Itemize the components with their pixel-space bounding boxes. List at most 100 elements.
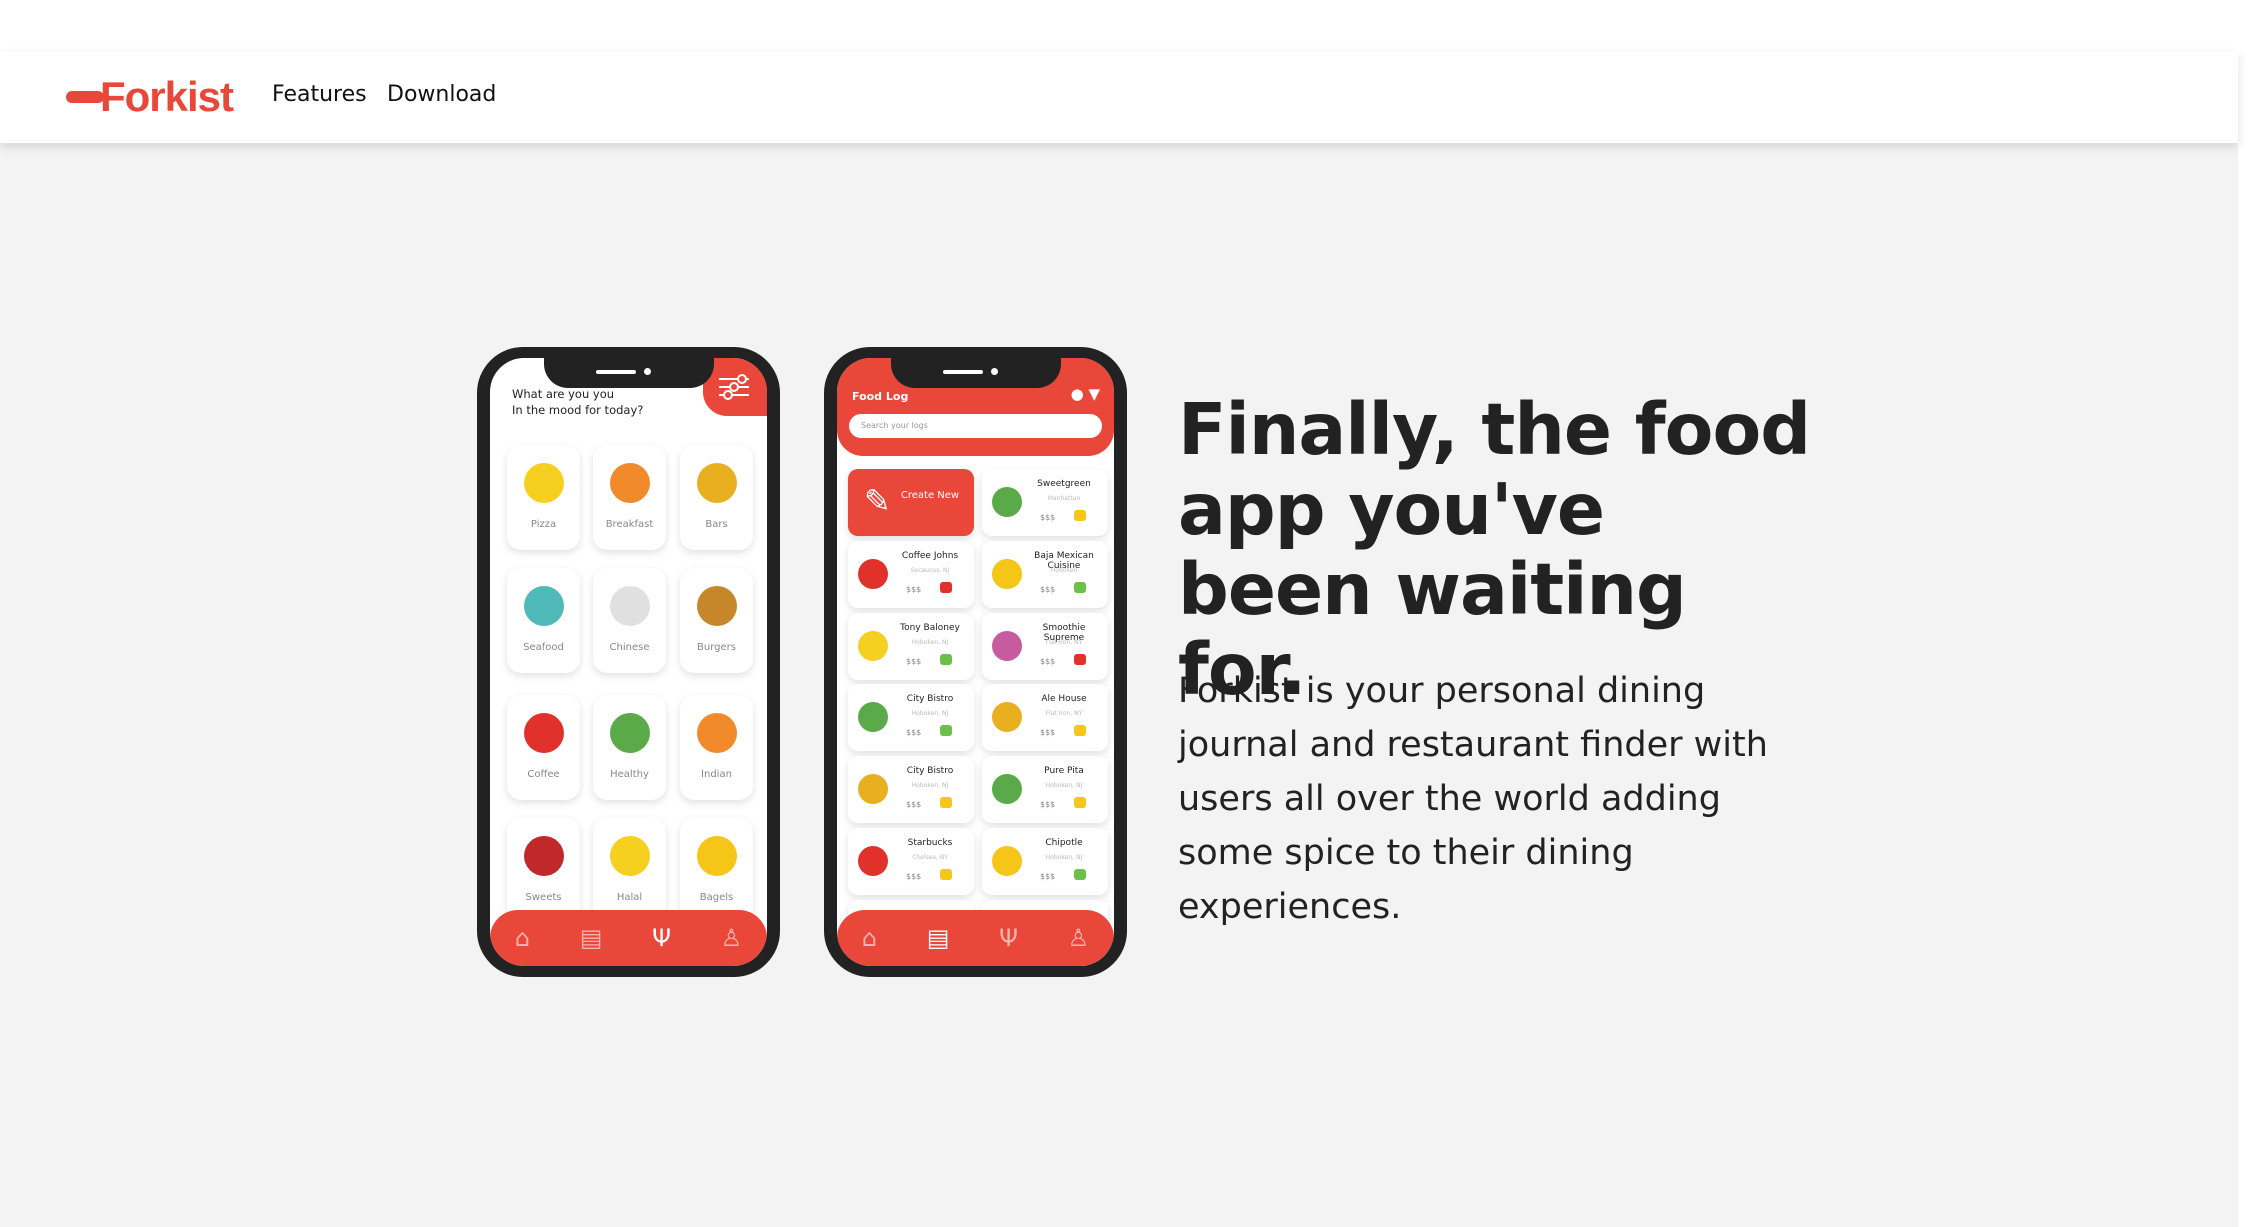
price-level: $$$ <box>906 585 922 594</box>
restaurant-location: Flat Iron, NY <box>1045 710 1083 717</box>
category-tile[interactable]: Sweets <box>507 818 580 923</box>
category-tile[interactable]: Breakfast <box>593 445 666 550</box>
thumb-dislike-icon <box>1074 654 1086 665</box>
chinese-icon <box>609 586 650 626</box>
price-level: $$$ <box>1040 872 1056 881</box>
log-book-icon[interactable]: ▤ <box>927 926 950 950</box>
restaurant-name: City Bistro <box>906 694 954 704</box>
log-card[interactable]: Chipotle Hoboken, NJ $$$ <box>982 828 1108 895</box>
thumb-like-icon <box>1074 582 1086 593</box>
restaurant-name: City Bistro <box>906 766 954 776</box>
food-icon <box>858 846 888 876</box>
category-tile[interactable]: Indian <box>680 695 753 800</box>
phone-notch <box>890 358 1061 388</box>
thumb-like-icon <box>1074 869 1086 880</box>
healthy-icon <box>609 713 650 753</box>
log-card[interactable]: City Bistro Hoboken, NJ $$$ <box>848 756 974 823</box>
food-log-title: Food Log <box>852 390 909 403</box>
food-icon <box>858 631 888 661</box>
forkist-logo[interactable]: Forkist <box>66 73 234 120</box>
bottom-nav: ⌂ ▤ Ψ ♙ <box>837 910 1114 966</box>
profile-icon[interactable]: ♙ <box>721 926 743 950</box>
category-label: Breakfast <box>605 519 654 530</box>
log-card[interactable]: Sweetgreen Manhattan $$$ <box>982 469 1108 536</box>
food-icon <box>992 846 1022 876</box>
price-level: $$$ <box>1040 657 1056 666</box>
category-label: Sweets <box>525 892 562 903</box>
phone-screen: What are you you In the mood for today? … <box>490 358 767 966</box>
seafood-icon <box>523 586 564 626</box>
sweets-icon <box>523 836 564 876</box>
thumb-like-icon <box>940 725 952 736</box>
log-card[interactable]: Pure Pita Hoboken, NJ $$$ <box>982 756 1108 823</box>
price-level: $$$ <box>1040 585 1056 594</box>
restaurant-location: Hoboken, NJ <box>911 710 949 717</box>
halal-icon <box>609 836 650 876</box>
search-logs-input[interactable]: Search your logs <box>849 414 1102 438</box>
category-tile[interactable]: Healthy <box>593 695 666 800</box>
fork-icon[interactable]: Ψ <box>999 926 1018 950</box>
category-tile[interactable]: Bars <box>680 445 753 550</box>
restaurant-name: Tony Baloney <box>900 623 960 633</box>
category-tile[interactable]: Burgers <box>680 568 753 673</box>
filter-funnel-icon[interactable]: ▼ <box>1088 385 1100 403</box>
log-card[interactable]: Tony Baloney Hoboken, NJ $$$ <box>848 613 974 680</box>
nav-features-link[interactable]: Features <box>272 82 367 107</box>
price-level: $$$ <box>906 728 922 737</box>
price-level: $$$ <box>906 657 922 666</box>
bottom-nav: ⌂ ▤ Ψ ♙ <box>490 910 767 966</box>
log-book-icon[interactable]: ▤ <box>580 926 603 950</box>
restaurant-location: Hoboken, NJ <box>911 639 949 646</box>
page-top <box>0 0 2238 52</box>
log-card[interactable]: City Bistro Hoboken, NJ $$$ <box>848 684 974 751</box>
category-label: Seafood <box>523 642 564 653</box>
profile-icon[interactable]: ♙ <box>1068 926 1090 950</box>
location-pin-icon[interactable]: ● <box>1071 385 1084 403</box>
food-icon <box>992 702 1022 732</box>
thumb-neutral-icon <box>940 797 952 808</box>
restaurant-name: Starbucks <box>907 838 953 848</box>
category-label: Burgers <box>697 642 736 653</box>
fork-handle-icon <box>66 91 104 103</box>
phone-notch <box>543 358 714 388</box>
category-label: Coffee <box>527 769 560 780</box>
indian-icon <box>696 713 737 753</box>
category-tile[interactable]: Chinese <box>593 568 666 673</box>
coffee-icon <box>523 713 564 753</box>
restaurant-location: Hoboken <box>1050 567 1078 574</box>
category-tile[interactable]: Pizza <box>507 445 580 550</box>
home-icon[interactable]: ⌂ <box>515 926 530 950</box>
category-tile[interactable]: Seafood <box>507 568 580 673</box>
category-tile[interactable]: Halal <box>593 818 666 923</box>
create-new-button[interactable]: ✎ Create New <box>848 469 974 536</box>
log-card[interactable]: Ale House Flat Iron, NY $$$ <box>982 684 1108 751</box>
restaurant-name: Pure Pita <box>1044 766 1084 776</box>
category-tile[interactable]: Bagels <box>680 818 753 923</box>
nav-download-link[interactable]: Download <box>387 82 496 107</box>
home-icon[interactable]: ⌂ <box>862 926 877 950</box>
restaurant-location: Secaucus, NJ <box>910 567 950 574</box>
food-icon <box>858 702 888 732</box>
thumb-neutral-icon <box>1074 797 1086 808</box>
breakfast-icon <box>609 463 650 503</box>
category-label: Halal <box>616 892 643 903</box>
page-edge <box>2238 0 2250 1227</box>
category-label: Healthy <box>610 769 649 780</box>
log-card[interactable]: Baja Mexican Cuisine Hoboken $$$ <box>982 541 1108 608</box>
food-icon <box>992 631 1022 661</box>
phone-screen: Food Log ● ▼ Search your logs ✎ Create Ne… <box>837 358 1114 966</box>
thumb-neutral-icon <box>1074 725 1086 736</box>
food-icon <box>858 774 888 804</box>
log-card[interactable]: Smoothie Supreme Flat Iron, NY $$$ <box>982 613 1108 680</box>
thumb-neutral-icon <box>940 869 952 880</box>
log-card[interactable]: Coffee Johns Secaucus, NJ $$$ <box>848 541 974 608</box>
food-icon <box>858 559 888 589</box>
fork-icon[interactable]: Ψ <box>652 926 671 950</box>
thumb-like-icon <box>940 654 952 665</box>
category-tile[interactable]: Coffee <box>507 695 580 800</box>
restaurant-location: Chelsea, NY <box>912 854 948 861</box>
thumb-dislike-icon <box>940 582 952 593</box>
log-card[interactable]: Starbucks Chelsea, NY $$$ <box>848 828 974 895</box>
bagels-icon <box>696 836 737 876</box>
bars-icon <box>696 463 737 503</box>
